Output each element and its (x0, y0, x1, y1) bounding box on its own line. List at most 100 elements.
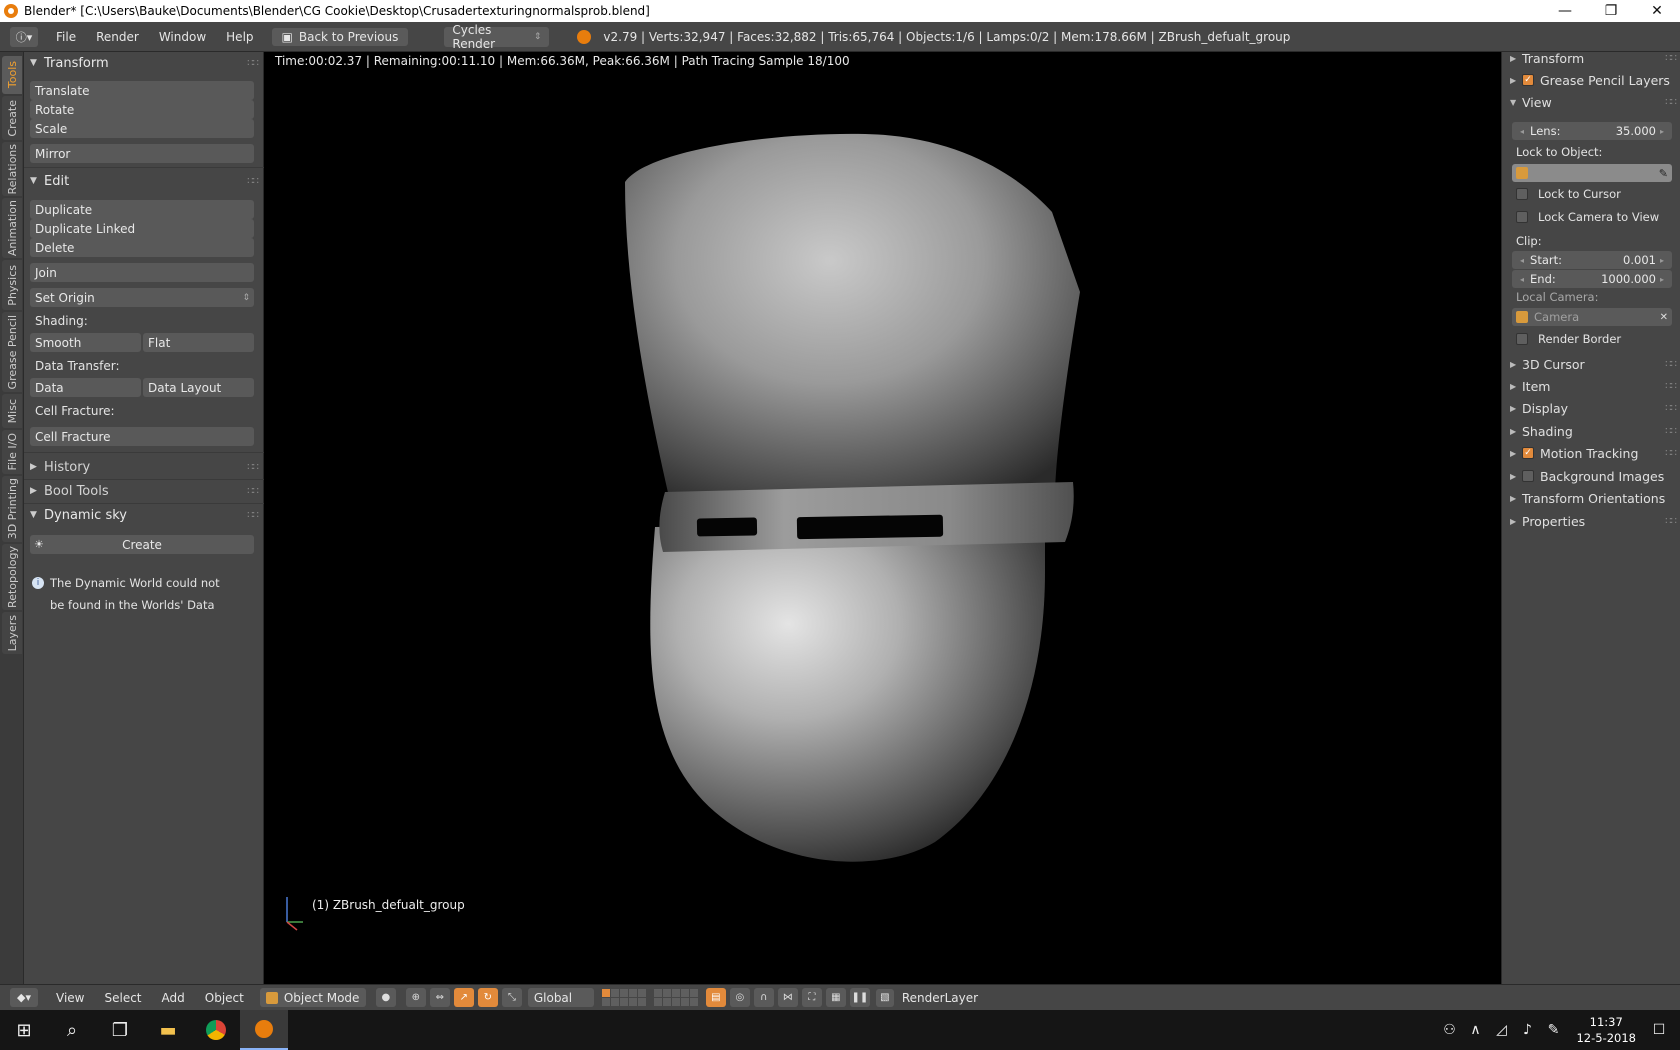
task-view-button[interactable]: ❐ (96, 1010, 144, 1050)
3d-viewport[interactable]: Time:00:02.37 | Remaining:00:11.10 | Mem… (265, 52, 1500, 984)
back-to-previous-button[interactable]: ▣ Back to Previous (271, 27, 409, 46)
data-transfer-button[interactable]: Data (30, 378, 141, 397)
translate-manipulator-button[interactable]: ↗ (453, 988, 474, 1007)
layer-button[interactable] (610, 989, 619, 997)
shade-smooth-button[interactable]: Smooth (30, 333, 141, 352)
item-header[interactable]: ▶ Item ∷∷ (1510, 376, 1677, 396)
people-icon[interactable]: ⚇ (1436, 1022, 1462, 1038)
scene-layers-2[interactable] (653, 989, 698, 1006)
menu-render[interactable]: Render (86, 30, 149, 44)
opengl-anim-button[interactable]: ▦ (825, 988, 846, 1007)
pause-render-button[interactable]: ❚❚ (849, 988, 870, 1007)
dynamic-sky-panel-header[interactable]: ▼ Dynamic sky ∷∷ (30, 505, 259, 525)
layer-button[interactable] (671, 989, 680, 997)
render-border-checkbox[interactable] (1516, 333, 1528, 345)
layer-button[interactable] (637, 989, 646, 997)
blender-taskbar-button[interactable] (240, 1010, 288, 1050)
pivot-point-button[interactable]: ⊕ (405, 988, 426, 1007)
rotate-manipulator-button[interactable]: ↻ (477, 988, 498, 1007)
edit-panel-header[interactable]: ▼ Edit ∷∷ (30, 171, 259, 191)
drag-grip-icon[interactable]: ∷∷ (1665, 97, 1677, 108)
tab-animation[interactable]: Animation (2, 198, 22, 258)
shading-header[interactable]: ▶ Shading ∷∷ (1510, 421, 1677, 441)
layer-button[interactable] (637, 998, 646, 1006)
data-layout-button[interactable]: Data Layout (143, 378, 254, 397)
delete-button[interactable]: Delete (30, 238, 254, 257)
lock-to-cursor-row[interactable]: Lock to Cursor (1516, 187, 1621, 201)
drag-grip-icon[interactable]: ∷∷ (247, 486, 259, 497)
menu-help[interactable]: Help (216, 30, 263, 44)
lock-to-cursor-checkbox[interactable] (1516, 188, 1528, 200)
tab-tools[interactable]: Tools (2, 56, 22, 94)
menu-select[interactable]: Select (94, 991, 151, 1005)
duplicate-linked-button[interactable]: Duplicate Linked (30, 219, 254, 238)
drag-grip-icon[interactable]: ∷∷ (1665, 403, 1677, 414)
layer-button[interactable] (671, 998, 680, 1006)
3d-cursor-header[interactable]: ▶ 3D Cursor ∷∷ (1510, 354, 1677, 374)
create-sky-button[interactable]: ☀ Create (30, 535, 254, 554)
drag-grip-icon[interactable]: ∷∷ (247, 176, 259, 187)
layer-button[interactable] (680, 989, 689, 997)
start-button[interactable]: ⊞ (0, 1010, 48, 1050)
network-icon[interactable]: ◿ (1488, 1022, 1514, 1038)
layer-button[interactable] (628, 998, 637, 1006)
menu-file[interactable]: File (46, 30, 86, 44)
layer-button[interactable] (680, 998, 689, 1006)
render-layer-selector[interactable]: ▧ RenderLayer (875, 988, 978, 1007)
display-header[interactable]: ▶ Display ∷∷ (1510, 398, 1677, 418)
set-origin-dropdown[interactable]: Set Origin ⇕ (30, 288, 254, 307)
layer-button[interactable] (619, 989, 628, 997)
drag-grip-icon[interactable]: ∷∷ (1665, 516, 1677, 527)
layer-button[interactable] (601, 998, 610, 1006)
drag-grip-icon[interactable]: ∷∷ (1665, 53, 1677, 64)
eyedropper-icon[interactable]: ✎ (1659, 167, 1668, 180)
scene-layers[interactable] (601, 989, 646, 1006)
layer-button[interactable] (689, 989, 698, 997)
grease-pencil-layers-header[interactable]: ▶ ✓ Grease Pencil Layers (1510, 70, 1676, 90)
motion-tracking-checkbox[interactable]: ✓ (1522, 447, 1534, 459)
notification-icon[interactable]: ☐ (1646, 1022, 1672, 1038)
lock-object-picker[interactable]: ✎ (1512, 164, 1672, 182)
drag-grip-icon[interactable]: ∷∷ (1665, 426, 1677, 437)
rotate-button[interactable]: Rotate (30, 100, 254, 119)
chrome-button[interactable] (192, 1010, 240, 1050)
menu-view[interactable]: View (46, 991, 94, 1005)
render-border-row[interactable]: Render Border (1516, 332, 1621, 346)
tab-misc[interactable]: Misc (2, 394, 22, 428)
bool-tools-panel-header[interactable]: ▶ Bool Tools ∷∷ (30, 481, 259, 501)
menu-object[interactable]: Object (195, 991, 254, 1005)
snap-toggle-button[interactable]: ∩ (753, 988, 774, 1007)
drag-grip-icon[interactable]: ∷∷ (1665, 359, 1677, 370)
file-explorer-button[interactable]: ▬ (144, 1010, 192, 1050)
mode-dropdown[interactable]: Object Mode (259, 988, 366, 1007)
join-button[interactable]: Join (30, 263, 254, 282)
layer-button[interactable] (619, 998, 628, 1006)
tab-layers[interactable]: Layers (2, 612, 22, 654)
layer-button[interactable] (662, 998, 671, 1006)
transform-panel-header[interactable]: ▼ Transform ∷∷ (30, 53, 259, 73)
layer-button[interactable] (628, 989, 637, 997)
menu-window[interactable]: Window (149, 30, 216, 44)
manipulator-toggle[interactable]: ⇔ (429, 988, 450, 1007)
clear-icon[interactable]: ✕ (1660, 312, 1668, 323)
drag-grip-icon[interactable]: ∷∷ (247, 462, 259, 473)
snap-element-button[interactable]: ⋈ (777, 988, 798, 1007)
clip-start-field[interactable]: ◂ Start: 0.001 ▸ (1512, 251, 1672, 269)
local-camera-picker[interactable]: Camera ✕ (1512, 308, 1672, 326)
minimize-button[interactable]: — (1542, 0, 1588, 22)
transform-orientations-header[interactable]: ▶ Transform Orientations (1510, 488, 1676, 508)
transform-orientation-dropdown[interactable]: Global (527, 988, 594, 1007)
history-panel-header[interactable]: ▶ History ∷∷ (30, 457, 259, 477)
shade-flat-button[interactable]: Flat (143, 333, 254, 352)
search-button[interactable]: ⌕ (48, 1010, 96, 1050)
maximize-button[interactable]: ❐ (1588, 0, 1634, 22)
drag-grip-icon[interactable]: ∷∷ (247, 510, 259, 521)
lock-layers-button[interactable]: ▤ (705, 988, 726, 1007)
layer-button[interactable] (610, 998, 619, 1006)
clip-end-field[interactable]: ◂ End: 1000.000 ▸ (1512, 270, 1672, 288)
tab-physics[interactable]: Physics (2, 260, 22, 310)
drag-grip-icon[interactable]: ∷∷ (247, 58, 259, 69)
chevron-up-icon[interactable]: ∧ (1462, 1022, 1488, 1038)
close-button[interactable]: ✕ (1634, 0, 1680, 22)
layer-button[interactable] (662, 989, 671, 997)
